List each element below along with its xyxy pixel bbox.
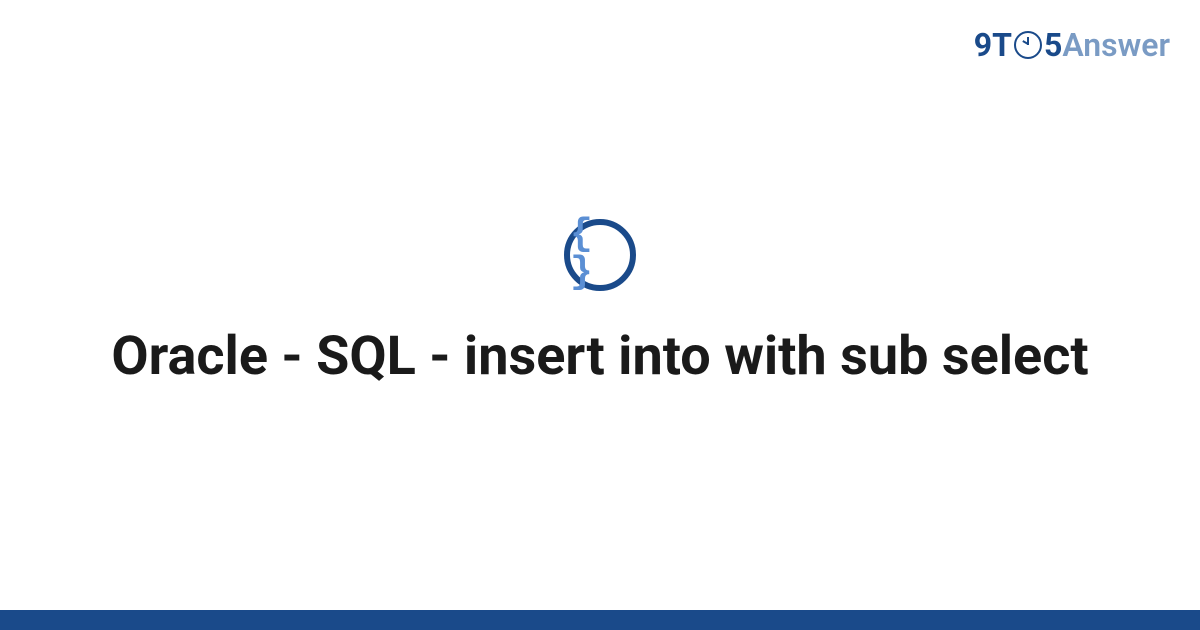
main-content: { } Oracle - SQL - insert into with sub … bbox=[0, 0, 1200, 610]
page-title: Oracle - SQL - insert into with sub sele… bbox=[71, 323, 1128, 391]
category-badge: { } bbox=[564, 219, 636, 291]
code-braces-icon: { } bbox=[570, 216, 630, 292]
footer-accent-bar bbox=[0, 610, 1200, 630]
